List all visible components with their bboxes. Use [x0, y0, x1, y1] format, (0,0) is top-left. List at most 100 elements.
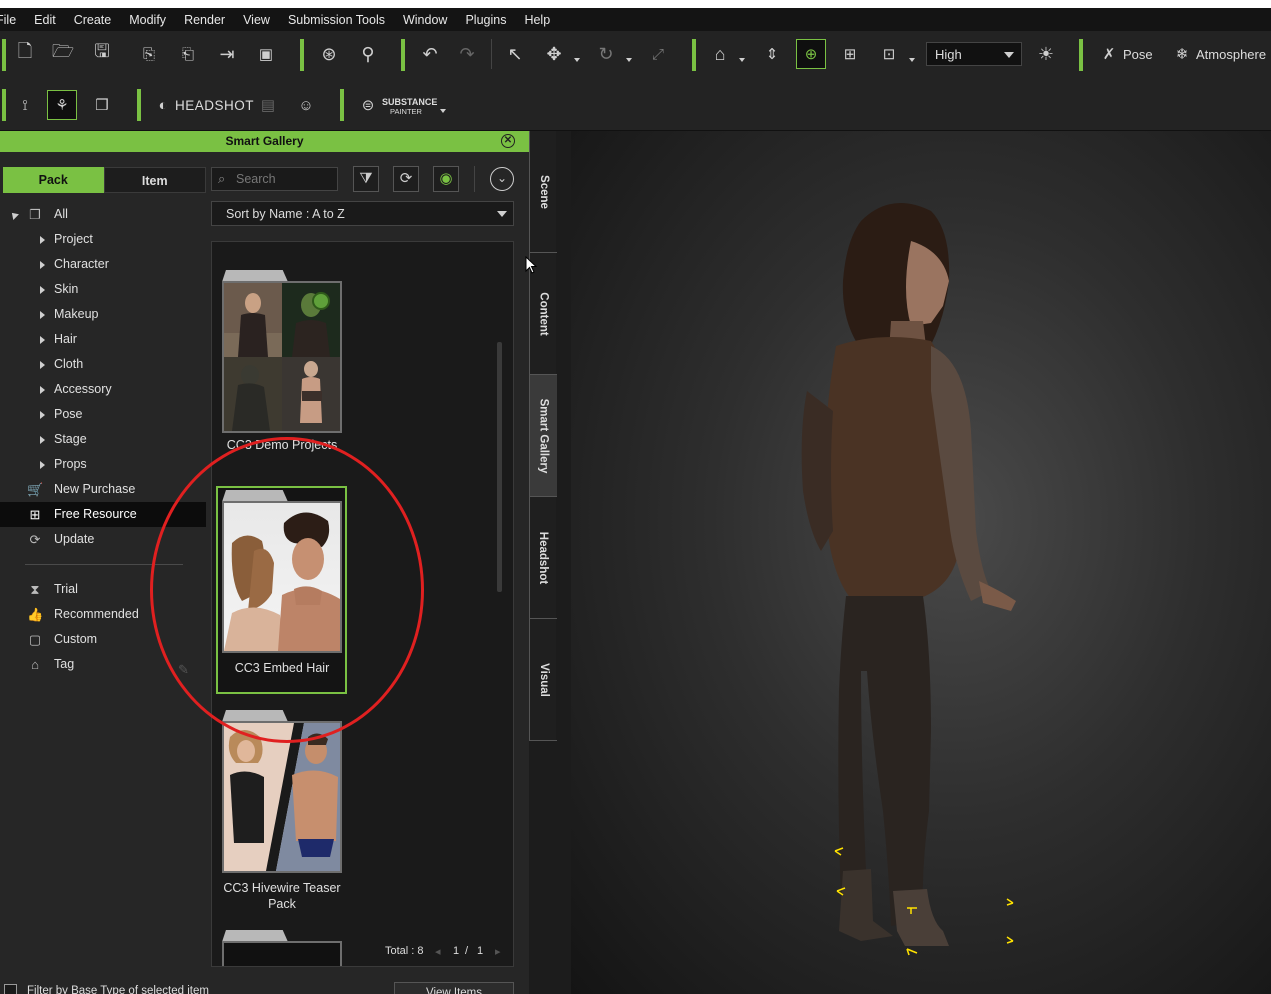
expand-arrow-icon[interactable]	[40, 361, 45, 369]
tree-item-free-resource[interactable]: ⊞ Free Resource	[0, 502, 206, 527]
tab-item[interactable]: Item	[103, 167, 206, 193]
headshot-logo-icon[interactable]: ◐	[148, 90, 178, 120]
edit-mesh-icon[interactable]: ⚘	[47, 90, 77, 120]
camera-orbit-icon[interactable]: ⊞	[835, 39, 865, 69]
headshot-layers-icon[interactable]: ▤	[253, 90, 283, 120]
cubes-icon[interactable]: ❒	[87, 90, 117, 120]
menu-file[interactable]: File	[0, 13, 25, 27]
expand-arrow-icon[interactable]	[40, 436, 45, 444]
pose-label[interactable]: Pose	[1123, 47, 1153, 62]
tree-item-trial[interactable]: ⧗ Trial	[0, 577, 206, 602]
transform-gizmo-icon[interactable]: ⟟	[10, 90, 40, 120]
tree-item-stage[interactable]: Stage	[0, 427, 206, 452]
fit-height-icon[interactable]: ⇕	[757, 39, 787, 69]
sort-dropdown[interactable]: Sort by Name : A to Z	[211, 201, 514, 226]
tree-item-character[interactable]: Character	[0, 252, 206, 277]
export-icon[interactable]: ⇥	[212, 39, 242, 69]
download-status-icon[interactable]: ◉	[433, 166, 459, 192]
chevron-down-icon[interactable]	[440, 109, 446, 113]
redo-icon[interactable]: ↷	[452, 39, 482, 69]
import-icon[interactable]: ⎘	[134, 39, 164, 69]
tab-smart-gallery[interactable]: Smart Gallery	[530, 375, 557, 497]
menu-view[interactable]: View	[234, 13, 279, 27]
pack-card[interactable]	[222, 930, 352, 966]
collapse-arrow-icon[interactable]	[9, 210, 19, 220]
lighting-sun-icon[interactable]: ☀	[1031, 39, 1061, 69]
move-icon[interactable]: ✥	[539, 39, 569, 69]
substance-painter-icon[interactable]: ⊜	[353, 90, 383, 120]
pose-icon[interactable]: ✗	[1094, 39, 1124, 69]
filter-icon[interactable]: ⧩	[353, 166, 379, 192]
view-items-button[interactable]: View Items	[394, 982, 514, 994]
expand-arrow-icon[interactable]	[40, 411, 45, 419]
headshot-face-icon[interactable]: ☺	[291, 90, 321, 120]
menu-window[interactable]: Window	[394, 13, 456, 27]
scrollbar[interactable]	[497, 342, 502, 592]
pose-character-icon[interactable]: ⚲	[353, 39, 383, 69]
import-ic-icon[interactable]: ⎗	[173, 39, 203, 69]
chevron-down-icon[interactable]	[626, 58, 632, 62]
tree-item-update[interactable]: ⟳ Update	[0, 527, 206, 552]
expand-arrow-icon[interactable]	[40, 461, 45, 469]
filter-checkbox[interactable]	[4, 984, 17, 994]
menu-help[interactable]: Help	[515, 13, 559, 27]
pack-card[interactable]: CC3 Demo Projects	[222, 270, 352, 460]
tree-item-new-purchase[interactable]: 🛒 New Purchase	[0, 477, 206, 502]
tree-item-hair[interactable]: Hair	[0, 327, 206, 352]
substance-label-bottom[interactable]: PAINTER	[390, 107, 422, 116]
undo-icon[interactable]: ↶	[415, 39, 445, 69]
expand-arrow-icon[interactable]	[40, 236, 45, 244]
open-folder-icon[interactable]: 🗁	[48, 39, 78, 69]
menu-modify[interactable]: Modify	[120, 13, 175, 27]
pack-card[interactable]: CC3 Hivewire Teaser Pack	[222, 710, 352, 911]
tree-item-all[interactable]: ❐ All	[0, 202, 206, 227]
viewport-frame-icon[interactable]: ⊡	[874, 39, 904, 69]
3d-viewport[interactable]	[571, 131, 1271, 994]
chevron-down-icon[interactable]	[574, 58, 580, 62]
atmosphere-icon[interactable]: ❄	[1167, 39, 1197, 69]
rotate-icon[interactable]: ↻	[591, 39, 621, 69]
headshot-label[interactable]: HEADSHOT	[175, 98, 254, 113]
pack-card-selected[interactable]: CC3 Embed Hair	[216, 486, 352, 694]
pencil-icon[interactable]: ✎	[178, 657, 189, 682]
options-chevron-icon[interactable]: ⌄	[490, 167, 514, 191]
chevron-down-icon[interactable]	[909, 58, 915, 62]
select-arrow-icon[interactable]: ↖	[500, 39, 530, 69]
tab-pack[interactable]: Pack	[3, 167, 104, 193]
save-icon[interactable]: 🖫	[87, 39, 117, 69]
tab-scene[interactable]: Scene	[530, 131, 557, 253]
tree-item-project[interactable]: Project	[0, 227, 206, 252]
substance-label-top[interactable]: SUBSTANCE	[382, 97, 437, 107]
menu-create[interactable]: Create	[65, 13, 121, 27]
search-input[interactable]: ⌕ Search	[211, 167, 338, 191]
tree-item-pose[interactable]: Pose	[0, 402, 206, 427]
tree-item-makeup[interactable]: Makeup	[0, 302, 206, 327]
close-icon[interactable]: ✕	[501, 134, 515, 148]
render-quality-dropdown[interactable]: High	[926, 42, 1022, 66]
menu-edit[interactable]: Edit	[25, 13, 65, 27]
next-page-icon[interactable]: ▸	[495, 945, 501, 958]
atmosphere-label[interactable]: Atmosphere	[1196, 47, 1266, 62]
expand-arrow-icon[interactable]	[40, 336, 45, 344]
menu-render[interactable]: Render	[175, 13, 234, 27]
tab-visual[interactable]: Visual	[530, 619, 557, 741]
menu-plugins[interactable]: Plugins	[456, 13, 515, 27]
preview-icon[interactable]: ▣	[251, 39, 281, 69]
tree-item-recommended[interactable]: 👍 Recommended	[0, 602, 206, 627]
tab-headshot[interactable]: Headshot	[530, 497, 557, 619]
chevron-down-icon[interactable]	[739, 58, 745, 62]
expand-arrow-icon[interactable]	[40, 311, 45, 319]
tree-item-props[interactable]: Props	[0, 452, 206, 477]
frame-selected-icon[interactable]: ⊕	[796, 39, 826, 69]
scale-icon[interactable]: ⤢	[643, 39, 673, 69]
tree-item-custom[interactable]: ▢ Custom	[0, 627, 206, 652]
tree-item-cloth[interactable]: Cloth	[0, 352, 206, 377]
expand-arrow-icon[interactable]	[40, 386, 45, 394]
tree-item-accessory[interactable]: Accessory	[0, 377, 206, 402]
home-camera-icon[interactable]: ⌂	[705, 39, 735, 69]
sync-icon[interactable]: ⟳	[393, 166, 419, 192]
tree-item-skin[interactable]: Skin	[0, 277, 206, 302]
tree-item-tag[interactable]: ⌂ Tag ✎	[0, 652, 206, 677]
filter-base-type[interactable]: Filter by Base Type of selected item	[4, 984, 209, 994]
scene-object-icon[interactable]: ⊛	[314, 39, 344, 69]
